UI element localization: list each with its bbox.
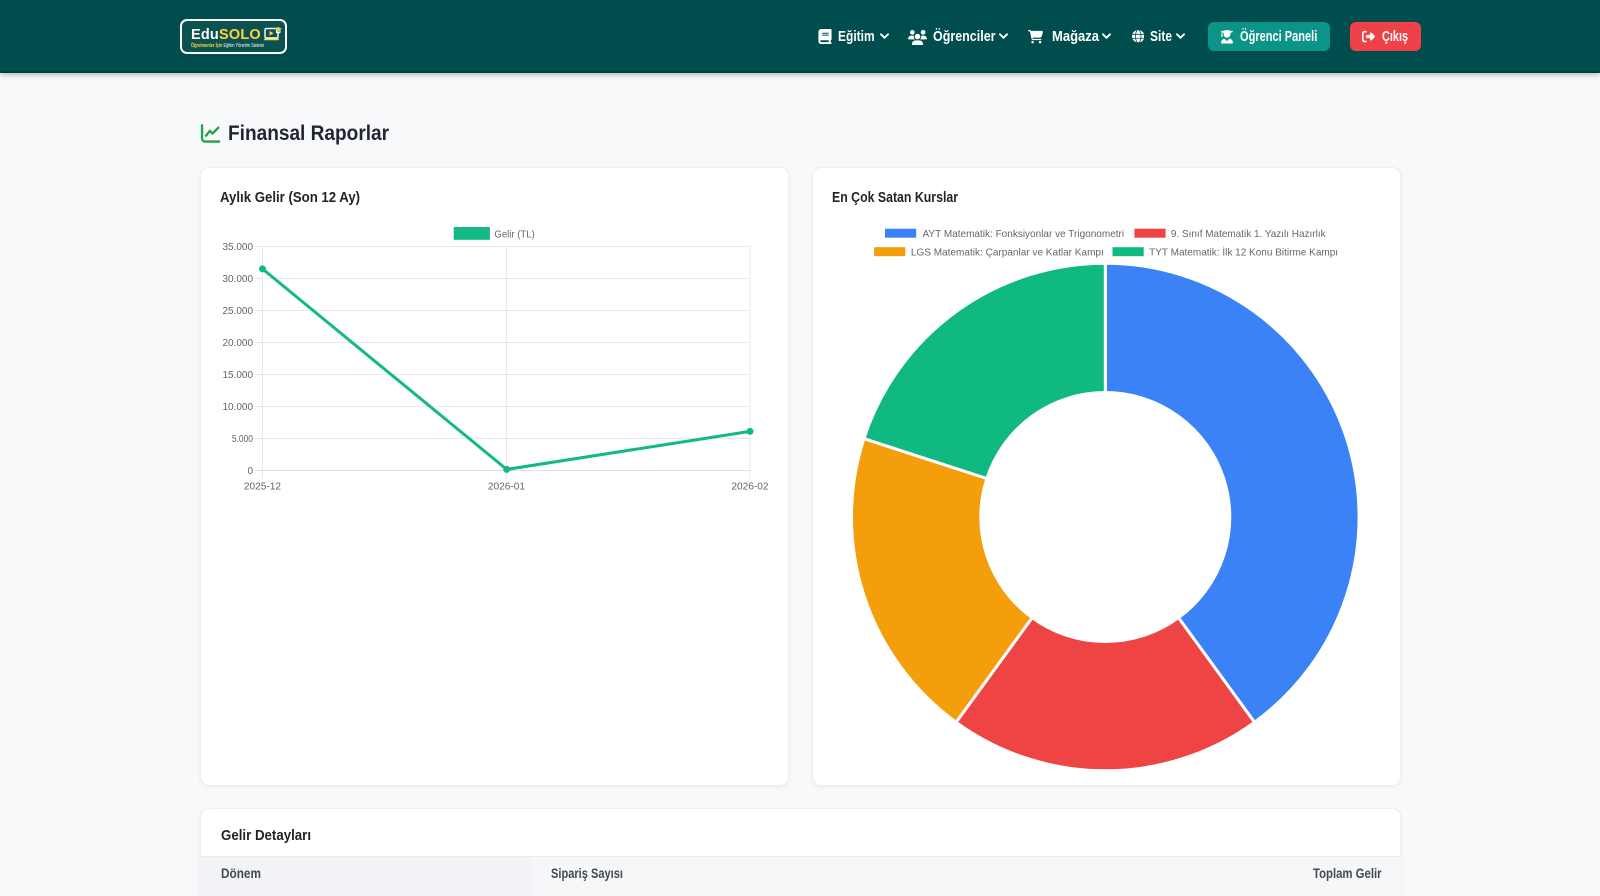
svg-text:TYT Matematik: İlk 12 Konu Bit: TYT Matematik: İlk 12 Konu Bitirme Kampı: [1149, 245, 1338, 258]
svg-text:Gelir (TL): Gelir (TL): [494, 228, 534, 240]
svg-text:5.000: 5.000: [232, 434, 253, 445]
svg-text:9. Sınıf Matematik 1. Yazılı H: 9. Sınıf Matematik 1. Yazılı Hazırlık: [1171, 228, 1326, 240]
svg-text:LGS Matematik: Çarpanlar ve Ka: LGS Matematik: Çarpanlar ve Katlar Kampı: [911, 246, 1104, 258]
svg-text:10.000: 10.000: [223, 402, 254, 413]
svg-text:2026-01: 2026-01: [488, 482, 526, 493]
svg-text:2025-12: 2025-12: [244, 482, 282, 493]
svg-text:2026-02: 2026-02: [731, 482, 769, 493]
svg-text:15.000: 15.000: [223, 370, 254, 381]
svg-text:30.000: 30.000: [223, 274, 254, 285]
svg-text:AYT Matematik: Fonksiyonlar ve: AYT Matematik: Fonksiyonlar ve Trigonome…: [923, 228, 1125, 240]
svg-text:35.000: 35.000: [223, 242, 254, 253]
svg-text:0: 0: [247, 466, 253, 477]
svg-text:25.000: 25.000: [223, 306, 254, 317]
svg-text:20.000: 20.000: [223, 338, 254, 349]
